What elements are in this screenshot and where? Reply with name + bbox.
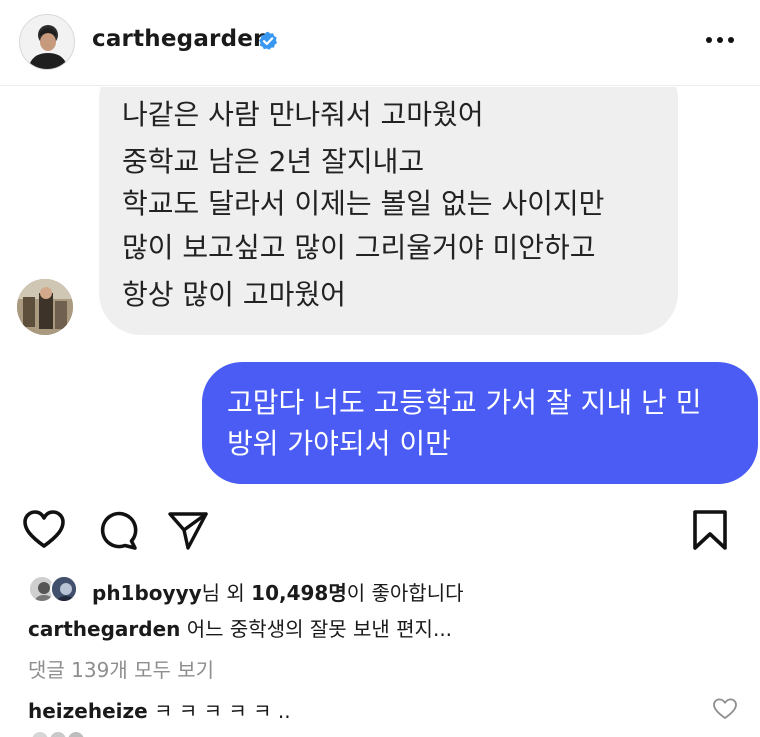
verified-badge-icon — [259, 31, 278, 50]
share-icon[interactable] — [166, 505, 210, 555]
incoming-message-line: 항상 많이 고마웠어 — [122, 278, 346, 311]
likes-text: ph1boyyy님 외 10,498명이 좋아합니다 — [92, 577, 464, 606]
likes-summary[interactable]: ph1boyyy님 외 10,498명이 좋아합니다 — [28, 575, 728, 605]
header-username[interactable]: carthegarden — [92, 26, 270, 52]
post-header: carthegarden — [0, 0, 760, 86]
outgoing-message-line: 고맙다 너도 고등학교 가서 잘 지내 난 민 — [227, 386, 702, 419]
caption-text: 어느 중학생의 잘못 보낸 편지... — [180, 617, 453, 641]
action-bar — [0, 505, 760, 561]
cut-off-avatars — [32, 732, 84, 737]
comment-username[interactable]: heizeheize — [28, 699, 148, 723]
more-options-icon[interactable] — [702, 28, 738, 52]
comment-like-heart-icon[interactable] — [712, 697, 738, 721]
caption-username[interactable]: carthegarden — [28, 617, 180, 641]
incoming-message-line: 학교도 달라서 이제는 볼일 없는 사이지만 — [122, 187, 605, 220]
sender-avatar — [17, 279, 73, 335]
comment-text: ㅋ ㅋ ㅋ ㅋ ㅋ .. — [147, 699, 291, 723]
outgoing-message-bubble — [202, 362, 758, 484]
sender-photo-icon — [17, 279, 73, 335]
likes-count[interactable]: 10,498명 — [251, 581, 347, 605]
view-all-comments-link[interactable]: 댓글 139개 모두 보기 — [28, 654, 214, 683]
heart-icon[interactable] — [22, 505, 66, 555]
incoming-message-line: 나같은 사람 만나줘서 고마웠어 — [122, 98, 484, 131]
comment-preview: heizeheize ㅋ ㅋ ㅋ ㅋ ㅋ .. — [28, 695, 291, 724]
likes-middle-text: 님 외 — [201, 581, 252, 605]
comment-icon[interactable] — [96, 505, 140, 555]
liker-username[interactable]: ph1boyyy — [92, 581, 202, 605]
outgoing-message-line: 방위 가야되서 이만 — [227, 427, 451, 460]
avatar-photo-icon — [20, 15, 74, 69]
liker-avatar — [50, 575, 78, 603]
profile-avatar[interactable] — [19, 14, 75, 70]
likes-suffix: 이 좋아합니다 — [346, 581, 464, 605]
incoming-message-line: 많이 보고싶고 많이 그리울거야 미안하고 — [122, 231, 596, 264]
bookmark-icon[interactable] — [688, 505, 732, 555]
liker-photo-icon — [52, 577, 76, 601]
post-image[interactable]: 나같은 사람 만나줘서 고마웠어 중학교 남은 2년 잘지내고 학교도 달라서 … — [0, 87, 760, 495]
incoming-message-line: 중학교 남은 2년 잘지내고 — [122, 145, 425, 178]
post-caption: carthegarden 어느 중학생의 잘못 보낸 편지... — [28, 613, 452, 642]
